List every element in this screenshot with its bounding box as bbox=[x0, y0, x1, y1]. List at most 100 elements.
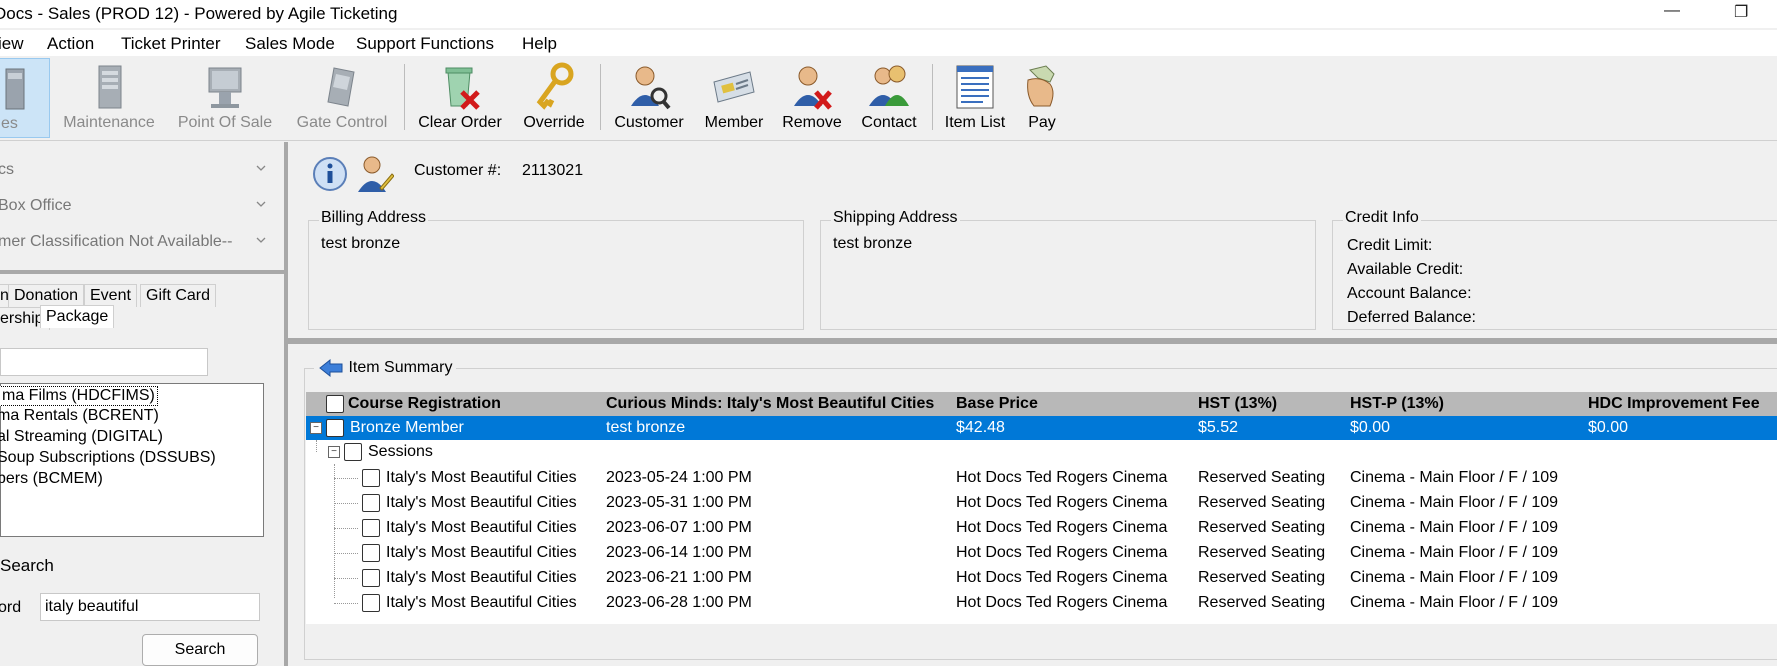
vertical-splitter[interactable] bbox=[284, 142, 288, 666]
recycle-bin-icon bbox=[445, 67, 480, 110]
info-icon[interactable] bbox=[312, 156, 348, 192]
session-row[interactable]: Italy's Most Beautiful Cities 2023-06-14… bbox=[306, 541, 1777, 565]
search-section-label: Search bbox=[0, 556, 54, 575]
tab-donation[interactable]: Donation bbox=[8, 284, 85, 307]
item-list-button[interactable]: Item List bbox=[938, 58, 1012, 136]
tab-package[interactable]: Package bbox=[40, 305, 115, 328]
tab-event[interactable]: Event bbox=[84, 284, 137, 307]
tree-line bbox=[334, 528, 358, 529]
chevron-down-icon bbox=[256, 237, 266, 243]
back-arrow-icon[interactable] bbox=[318, 358, 344, 378]
pay-button[interactable]: Pay bbox=[1016, 58, 1068, 136]
customer-number-label: Customer #: bbox=[414, 162, 502, 179]
maintenance-button[interactable]: Maintenance bbox=[54, 58, 164, 136]
maximize-icon[interactable]: ❐ bbox=[1734, 2, 1748, 22]
column-header[interactable]: HST (13%) bbox=[1198, 395, 1277, 413]
menu-ticket-printer[interactable]: Ticket Printer bbox=[121, 34, 221, 54]
contact-users-icon bbox=[869, 65, 909, 106]
remove-button[interactable]: Remove bbox=[776, 58, 848, 136]
keyword-input[interactable]: italy beautiful bbox=[40, 593, 260, 621]
sales-button[interactable]: es bbox=[0, 58, 50, 138]
horizontal-splitter[interactable] bbox=[288, 338, 1777, 344]
list-item[interactable]: ma Rentals (BCRENT) bbox=[0, 407, 159, 425]
available-credit-label: Available Credit: bbox=[1347, 261, 1464, 278]
pos-terminal-icon bbox=[208, 67, 242, 108]
list-item[interactable]: Soup Subscriptions (DSSUBS) bbox=[0, 449, 216, 467]
search-button[interactable]: Search bbox=[142, 634, 258, 666]
toolbar-separator bbox=[404, 64, 405, 130]
column-header[interactable]: Course Registration bbox=[348, 395, 501, 413]
tree-line bbox=[334, 478, 358, 479]
package-filter-input[interactable] bbox=[0, 348, 208, 376]
minimize-icon[interactable]: — bbox=[1664, 2, 1680, 20]
toolbar-separator bbox=[932, 64, 933, 130]
collapse-icon[interactable]: − bbox=[310, 422, 322, 434]
row-checkbox[interactable] bbox=[344, 443, 362, 461]
override-button[interactable]: Override bbox=[514, 58, 594, 136]
item-list-icon bbox=[956, 65, 994, 109]
member-row[interactable]: − Bronze Member test bronze $42.48 $5.52… bbox=[306, 416, 1777, 440]
row-checkbox[interactable] bbox=[326, 419, 344, 437]
item-grid: Course Registration Curious Minds: Italy… bbox=[306, 392, 1777, 624]
server-icon bbox=[98, 65, 122, 109]
member-button[interactable]: Member bbox=[698, 58, 770, 136]
list-item[interactable]: ma Films (HDCFIMS) bbox=[0, 386, 158, 406]
credit-limit-label: Credit Limit: bbox=[1347, 237, 1433, 254]
column-header[interactable]: HDC Improvement Fee bbox=[1588, 395, 1760, 413]
menu-support-functions[interactable]: Support Functions bbox=[356, 34, 494, 54]
chevron-down-icon bbox=[256, 201, 266, 207]
edit-customer-icon[interactable] bbox=[358, 154, 394, 194]
grid-header: Course Registration Curious Minds: Italy… bbox=[306, 392, 1777, 416]
tree-line bbox=[334, 503, 358, 504]
left-splitter[interactable] bbox=[0, 270, 284, 274]
contact-button[interactable]: Contact bbox=[854, 58, 924, 136]
column-header[interactable]: Curious Minds: Italy's Most Beautiful Ci… bbox=[606, 395, 934, 413]
clear-order-button[interactable]: Clear Order bbox=[412, 58, 508, 136]
window-title: Docs - Sales (PROD 12) - Powered by Agil… bbox=[0, 4, 398, 23]
customer-classification-combo[interactable]: mer Classification Not Available-- bbox=[0, 226, 272, 256]
package-list[interactable]: ma Films (HDCFIMS) ma Rentals (BCRENT) a… bbox=[0, 383, 264, 537]
select-all-checkbox[interactable] bbox=[326, 395, 344, 413]
column-header[interactable]: Base Price bbox=[956, 395, 1038, 413]
customer-button[interactable]: Customer bbox=[606, 58, 692, 136]
collapse-icon[interactable]: − bbox=[328, 446, 340, 458]
menu-bar: iew Action Ticket Printer Sales Mode Sup… bbox=[0, 30, 1777, 56]
session-row[interactable]: Italy's Most Beautiful Cities 2023-05-31… bbox=[306, 491, 1777, 515]
billing-address-value: test bronze bbox=[321, 235, 401, 252]
sessions-row[interactable]: − Sessions bbox=[306, 440, 1777, 464]
left-panel: cs Box Office mer Classification Not Ava… bbox=[0, 142, 284, 666]
tree-line bbox=[334, 603, 358, 604]
billing-address-group: Billing Address test bronze bbox=[308, 209, 804, 330]
point-of-sale-button[interactable]: Point Of Sale bbox=[170, 58, 280, 136]
session-row[interactable]: Italy's Most Beautiful Cities 2023-06-21… bbox=[306, 566, 1777, 590]
keyword-label: ord bbox=[0, 599, 22, 616]
menu-action[interactable]: Action bbox=[47, 34, 94, 54]
menu-sales-mode[interactable]: Sales Mode bbox=[245, 34, 335, 54]
item-summary-panel: Item Summary Course Registration Curious… bbox=[290, 346, 1777, 666]
row-checkbox[interactable] bbox=[362, 494, 380, 512]
pay-hand-icon bbox=[1027, 65, 1055, 107]
menu-help[interactable]: Help bbox=[522, 34, 557, 54]
gate-control-button[interactable]: Gate Control bbox=[286, 58, 398, 136]
customer-search-icon bbox=[631, 66, 671, 110]
customer-number-value: 2113021 bbox=[522, 162, 584, 179]
sales-channel-combo[interactable]: Box Office bbox=[0, 190, 272, 220]
toolbar-separator bbox=[600, 64, 601, 130]
row-checkbox[interactable] bbox=[362, 544, 380, 562]
menu-view[interactable]: iew bbox=[0, 34, 24, 54]
tab-gift-card[interactable]: Gift Card bbox=[140, 284, 217, 307]
chevron-down-icon bbox=[256, 165, 266, 171]
row-checkbox[interactable] bbox=[362, 569, 380, 587]
deferred-balance-label: Deferred Balance: bbox=[1347, 309, 1476, 326]
shipping-address-value: test bronze bbox=[833, 235, 913, 252]
list-item[interactable]: bers (BCMEM) bbox=[0, 470, 103, 488]
session-row[interactable]: Italy's Most Beautiful Cities 2023-06-28… bbox=[306, 591, 1777, 615]
list-item[interactable]: al Streaming (DIGITAL) bbox=[0, 428, 163, 446]
row-checkbox[interactable] bbox=[362, 594, 380, 612]
row-checkbox[interactable] bbox=[362, 519, 380, 537]
organization-combo[interactable]: cs bbox=[0, 154, 272, 184]
row-checkbox[interactable] bbox=[362, 469, 380, 487]
session-row[interactable]: Italy's Most Beautiful Cities 2023-06-07… bbox=[306, 516, 1777, 540]
column-header[interactable]: HST-P (13%) bbox=[1350, 395, 1444, 413]
session-row[interactable]: Italy's Most Beautiful Cities 2023-05-24… bbox=[306, 466, 1777, 490]
